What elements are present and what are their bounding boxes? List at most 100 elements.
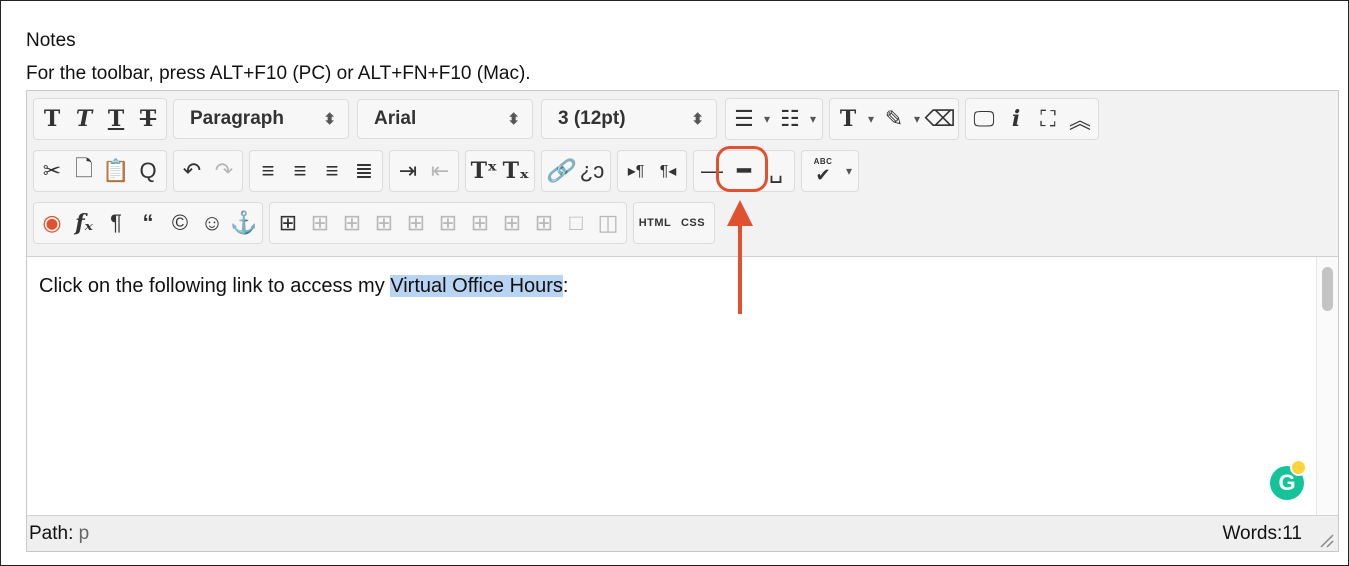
align-left-icon[interactable]: ≡ [252, 153, 284, 189]
grammarly-status-dot [1290, 459, 1307, 476]
annotation-highlight-circle [716, 146, 768, 192]
subscript-icon[interactable]: Tₓ [500, 153, 532, 189]
table-delete-col-icon[interactable]: ⊞ [464, 205, 496, 241]
undo-icon[interactable]: ↶ [176, 153, 208, 189]
table-col-before-icon[interactable]: ⊞ [400, 205, 432, 241]
font-size-select[interactable]: 3 (12pt) ⬍ [541, 99, 717, 139]
pilcrow-icon[interactable]: ¶ [100, 205, 132, 241]
direction-group: ▸¶ ¶◂ [617, 150, 687, 192]
path-label: Path: [29, 523, 74, 544]
italic-icon[interactable]: T [68, 101, 100, 137]
field-label: Notes [26, 30, 76, 51]
vertical-scrollbar[interactable] [1316, 257, 1338, 515]
html-button[interactable]: HTML [636, 205, 674, 241]
outdent-icon[interactable]: ⇤ [424, 153, 456, 189]
link-icon[interactable]: 🔗 [544, 153, 576, 189]
indent-group: ⇥ ⇤ [389, 150, 459, 192]
editor-toolbar: T T T T Paragraph ⬍ Arial ⬍ 3 (12pt) ⬍ ☰… [27, 91, 1338, 257]
math-icon[interactable]: fₓ [68, 205, 100, 241]
link-group: 🔗 ¿ɔ [541, 150, 611, 192]
paste-icon[interactable]: 📋 [100, 153, 132, 189]
toolbar-row-3: ◉ fₓ ¶ “ © ☺ ⚓ ⊞ ⊞ ⊞ ⊞ ⊞ ⊞ ⊞ ⊞ ⊞ □ ◫ HTM… [33, 202, 721, 244]
blockquote-icon[interactable]: “ [132, 205, 164, 241]
align-group: ≡ ≡ ≡ ≣ [249, 150, 383, 192]
path-value[interactable]: p [79, 523, 90, 544]
anchor-icon[interactable]: ⚓ [228, 205, 260, 241]
justify-icon[interactable]: ≣ [348, 153, 380, 189]
bullet-list-icon[interactable]: ☰ [728, 101, 760, 137]
view-group: 🖵 i ⛶ ︽ [965, 98, 1099, 140]
strikethrough-icon[interactable]: T [132, 101, 164, 137]
toolbar-row-1: T T T T Paragraph ⬍ Arial ⬍ 3 (12pt) ⬍ ☰… [33, 98, 1105, 140]
numbered-list-icon[interactable]: ☷ [774, 101, 806, 137]
table-delete-row-icon[interactable]: ⊞ [368, 205, 400, 241]
unlink-icon[interactable]: ¿ɔ [576, 153, 608, 189]
insert-group: ◉ fₓ ¶ “ © ☺ ⚓ [33, 202, 263, 244]
cut-icon[interactable]: ✂ [36, 153, 68, 189]
content-text: Click on the following link to access my [39, 275, 391, 297]
content-text-end: : [562, 275, 569, 297]
paragraph-select[interactable]: Paragraph ⬍ [173, 99, 349, 139]
copy-icon[interactable]: 🗋 [68, 153, 100, 189]
rich-text-editor: T T T T Paragraph ⬍ Arial ⬍ 3 (12pt) ⬍ ☰… [26, 90, 1339, 552]
emoticon-icon[interactable]: ☺ [196, 205, 228, 241]
select-arrows-icon: ⬍ [691, 111, 704, 128]
css-button[interactable]: CSS [674, 205, 712, 241]
annotation-arrow-shaft [738, 222, 742, 314]
resize-handle-icon[interactable] [1318, 532, 1334, 548]
scrollbar-thumb[interactable] [1322, 267, 1333, 311]
text-color-icon[interactable]: T [832, 101, 864, 137]
table-row-after-icon[interactable]: ⊞ [336, 205, 368, 241]
table-col-after-icon[interactable]: ⊞ [432, 205, 464, 241]
font-family-select[interactable]: Arial ⬍ [357, 99, 533, 139]
select-arrows-icon: ⬍ [507, 111, 520, 128]
align-right-icon[interactable]: ≡ [316, 153, 348, 189]
paragraph-select-value: Paragraph [190, 108, 284, 129]
clipboard-group: ✂ 🗋 📋 Q [33, 150, 167, 192]
underline-icon[interactable]: T [100, 101, 132, 137]
eraser-icon[interactable]: ⌫ [924, 101, 956, 137]
content-paragraph[interactable]: Click on the following link to access my… [39, 275, 568, 298]
table-merge-icon[interactable]: ⊞ [528, 205, 560, 241]
table-cell-props-icon[interactable]: □ [560, 205, 592, 241]
table-row-before-icon[interactable]: ⊞ [304, 205, 336, 241]
checkmark-icon: ✔ [815, 165, 831, 185]
history-group: ↶ ↷ [173, 150, 243, 192]
fullscreen-icon[interactable]: ⛶ [1032, 101, 1064, 137]
copyright-icon[interactable]: © [164, 205, 196, 241]
table-icon[interactable]: ⊞ [272, 205, 304, 241]
color-group: T ▾ ✎ ▾ ⌫ [829, 98, 959, 140]
chevron-down-icon[interactable]: ▾ [864, 112, 878, 126]
mashup-icon[interactable]: ◉ [36, 205, 68, 241]
chevron-down-icon[interactable]: ▾ [910, 112, 924, 126]
text-style-group: T T T T [33, 98, 167, 140]
redo-icon[interactable]: ↷ [208, 153, 240, 189]
chevron-down-icon[interactable]: ▾ [842, 164, 856, 178]
align-center-icon[interactable]: ≡ [284, 153, 316, 189]
font-select-value: Arial [374, 108, 417, 129]
selected-text[interactable]: Virtual Office Hours [390, 275, 563, 297]
size-select-value: 3 (12pt) [558, 108, 626, 129]
editor-content[interactable]: Click on the following link to access my… [27, 257, 1317, 515]
rtl-icon[interactable]: ¶◂ [652, 153, 684, 189]
code-group: HTML CSS [633, 202, 715, 244]
element-path: Path: p [29, 523, 89, 545]
select-arrows-icon: ⬍ [323, 111, 336, 128]
word-count: Words:11 [1222, 523, 1302, 544]
chevron-down-icon[interactable]: ▾ [806, 112, 820, 126]
chevron-down-icon[interactable]: ▾ [760, 112, 774, 126]
highlight-icon[interactable]: ✎ [878, 101, 910, 137]
find-icon[interactable]: Q [132, 153, 164, 189]
table-split-icon[interactable]: ⊞ [496, 205, 528, 241]
info-icon[interactable]: i [1000, 101, 1032, 137]
spellcheck-icon[interactable]: ABC ✔ [804, 153, 842, 189]
script-group: Tˣ Tₓ [465, 150, 535, 192]
superscript-icon[interactable]: Tˣ [468, 153, 500, 189]
table-group: ⊞ ⊞ ⊞ ⊞ ⊞ ⊞ ⊞ ⊞ ⊞ □ ◫ [269, 202, 627, 244]
preview-icon[interactable]: 🖵 [968, 101, 1000, 137]
table-props-icon[interactable]: ◫ [592, 205, 624, 241]
indent-icon[interactable]: ⇥ [392, 153, 424, 189]
bold-icon[interactable]: T [36, 101, 68, 137]
ltr-icon[interactable]: ▸¶ [620, 153, 652, 189]
collapse-icon[interactable]: ︽ [1064, 101, 1096, 137]
